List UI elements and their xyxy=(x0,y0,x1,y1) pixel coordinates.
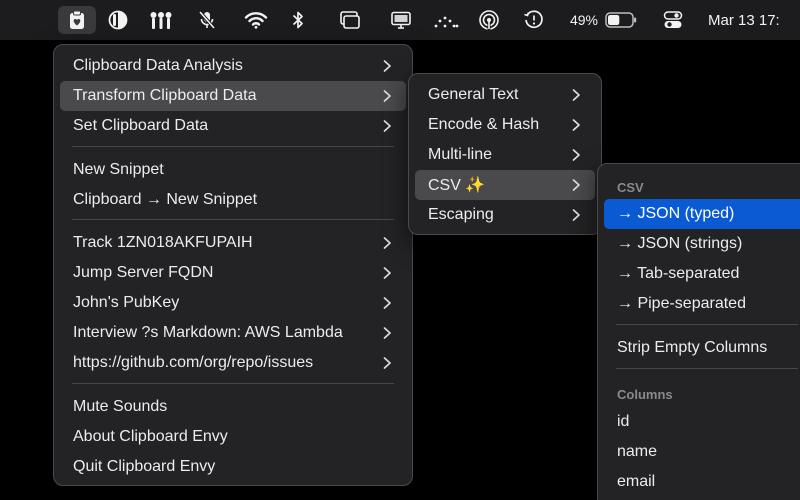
time-machine-icon[interactable] xyxy=(522,0,546,40)
menu-item-label: Track 1ZN018AKFUPAIH xyxy=(73,234,253,251)
menu-item-label: Escaping xyxy=(428,206,494,223)
menu-item-pipe-separated[interactable]: → Pipe-separated xyxy=(604,289,800,319)
menu-item-label: CSV ✨ xyxy=(428,177,486,194)
menu-item-label: → Pipe-separated xyxy=(617,295,746,312)
menu-item-general-text[interactable]: General Text xyxy=(415,80,595,110)
menu-bar: 49% Mar 13 17: xyxy=(0,0,800,40)
chevron-right-icon xyxy=(572,209,580,221)
menu-item-label: → JSON (strings) xyxy=(617,235,743,252)
menu-item-email[interactable]: email xyxy=(604,467,800,497)
menu-item-label: Jump Server FQDN xyxy=(73,264,214,281)
menu-item-escaping[interactable]: Escaping xyxy=(415,200,595,230)
menu-item-label: Clipboard → New Snippet xyxy=(73,191,258,208)
wifi-icon[interactable] xyxy=(242,0,270,40)
menu-item-strip-empty-columns[interactable]: Strip Empty Columns xyxy=(604,333,800,363)
menu-item-set-clipboard-data[interactable]: Set Clipboard Data xyxy=(60,111,406,141)
clipboard-icon[interactable] xyxy=(58,6,96,34)
chevron-right-icon xyxy=(572,179,580,191)
dots-activity-icon[interactable] xyxy=(432,0,460,40)
menu-item-label: John's PubKey xyxy=(73,294,180,311)
menu-item-label: Transform Clipboard Data xyxy=(73,87,257,104)
battery-icon[interactable] xyxy=(604,0,638,40)
menu-item-transform-clipboard-data[interactable]: Transform Clipboard Data xyxy=(60,81,406,111)
equalizer-icon[interactable] xyxy=(148,0,174,40)
menu-separator xyxy=(72,383,394,384)
csv-submenu: CSV → JSON (typed) → JSON (strings) → Tab-s… xyxy=(597,163,800,500)
chevron-right-icon xyxy=(383,90,391,102)
menu-item-interview-s-markdown-aws-lambda[interactable]: Interview ?s Markdown: AWS Lambda xyxy=(60,318,406,348)
menu-item-track-1zn018akfupaih[interactable]: Track 1ZN018AKFUPAIH xyxy=(60,228,406,258)
menu-item-clipboard-data-analysis[interactable]: Clipboard Data Analysis xyxy=(60,51,406,81)
chevron-right-icon xyxy=(572,119,580,131)
menu-item-label: Quit Clipboard Envy xyxy=(73,458,216,475)
clock[interactable]: Mar 13 17: xyxy=(708,0,800,40)
menu-separator xyxy=(616,368,798,369)
menu-item-encode-hash[interactable]: Encode & Hash xyxy=(415,110,595,140)
menu-item-label: New Snippet xyxy=(73,161,164,178)
menu-item-new-snippet[interactable]: New Snippet xyxy=(60,155,406,185)
menu-item-label: email xyxy=(617,473,656,490)
chevron-right-icon xyxy=(383,297,391,309)
menu-item-label: Encode & Hash xyxy=(428,116,540,133)
menu-item-label: name xyxy=(617,443,658,460)
menu-item-label: Strip Empty Columns xyxy=(617,339,768,356)
menu-item-label: Interview ?s Markdown: AWS Lambda xyxy=(73,324,343,341)
menu-item-label: id xyxy=(617,413,630,430)
window-switcher-icon[interactable] xyxy=(336,0,362,40)
menu-item-jump-server-fqdn[interactable]: Jump Server FQDN xyxy=(60,258,406,288)
menu-item-label: → Tab-separated xyxy=(617,265,740,282)
chevron-right-icon xyxy=(383,267,391,279)
menu-item-label: About Clipboard Envy xyxy=(73,428,228,445)
menu-item-label: https://github.com/org/repo/issues xyxy=(73,354,314,371)
menu-item-https-github-com-org-repo-issues[interactable]: https://github.com/org/repo/issues xyxy=(60,348,406,378)
menu-item-json-strings[interactable]: → JSON (strings) xyxy=(604,229,800,259)
battery-percentage[interactable]: 49% xyxy=(566,0,602,40)
menu-item-tab-separated[interactable]: → Tab-separated xyxy=(604,259,800,289)
menu-item-name[interactable]: name xyxy=(604,437,800,467)
chevron-right-icon xyxy=(383,120,391,132)
chevron-right-icon xyxy=(383,327,391,339)
bluetooth-icon[interactable] xyxy=(288,0,308,40)
menu-item-label: Multi-line xyxy=(428,146,493,163)
menu-item-json-typed[interactable]: → JSON (typed) xyxy=(604,199,800,229)
chevron-right-icon xyxy=(572,149,580,161)
menu-separator xyxy=(616,324,798,325)
contrast-icon[interactable] xyxy=(106,0,130,40)
microphone-muted-icon[interactable] xyxy=(196,0,218,40)
menu-section-header: Columns xyxy=(617,387,673,402)
menu-item-clipboard-new-snippet[interactable]: Clipboard → New Snippet xyxy=(60,185,406,215)
menu-item-label: Clipboard Data Analysis xyxy=(73,57,243,74)
chevron-right-icon xyxy=(383,357,391,369)
menu-item-label: Mute Sounds xyxy=(73,398,168,415)
chevron-right-icon xyxy=(572,89,580,101)
control-center-icon[interactable] xyxy=(662,0,684,40)
menu-separator xyxy=(72,146,394,147)
menu-section-header: CSV xyxy=(617,180,644,195)
clipboard-envy-menu: Clipboard Data Analysis Transform Clipboa… xyxy=(53,44,413,486)
menu-item-id[interactable]: id xyxy=(604,407,800,437)
display-icon[interactable] xyxy=(388,0,414,40)
transform-submenu: General Text Encode & Hash Multi-line CSV ✨… xyxy=(408,73,602,235)
menu-item-label: Set Clipboard Data xyxy=(73,117,209,134)
airdrop-icon[interactable] xyxy=(477,0,501,40)
menu-item-csv[interactable]: CSV ✨ xyxy=(415,170,595,200)
chevron-right-icon xyxy=(383,237,391,249)
menu-separator xyxy=(72,219,394,220)
menu-item-multi-line[interactable]: Multi-line xyxy=(415,140,595,170)
menu-item-about-clipboard-envy[interactable]: About Clipboard Envy xyxy=(60,422,406,452)
menu-item-label: → JSON (typed) xyxy=(617,205,735,222)
menu-item-quit-clipboard-envy[interactable]: Quit Clipboard Envy xyxy=(60,452,406,482)
chevron-right-icon xyxy=(383,60,391,72)
menu-item-label: General Text xyxy=(428,86,519,103)
menu-item-john-s-pubkey[interactable]: John's PubKey xyxy=(60,288,406,318)
menu-item-mute-sounds[interactable]: Mute Sounds xyxy=(60,392,406,422)
